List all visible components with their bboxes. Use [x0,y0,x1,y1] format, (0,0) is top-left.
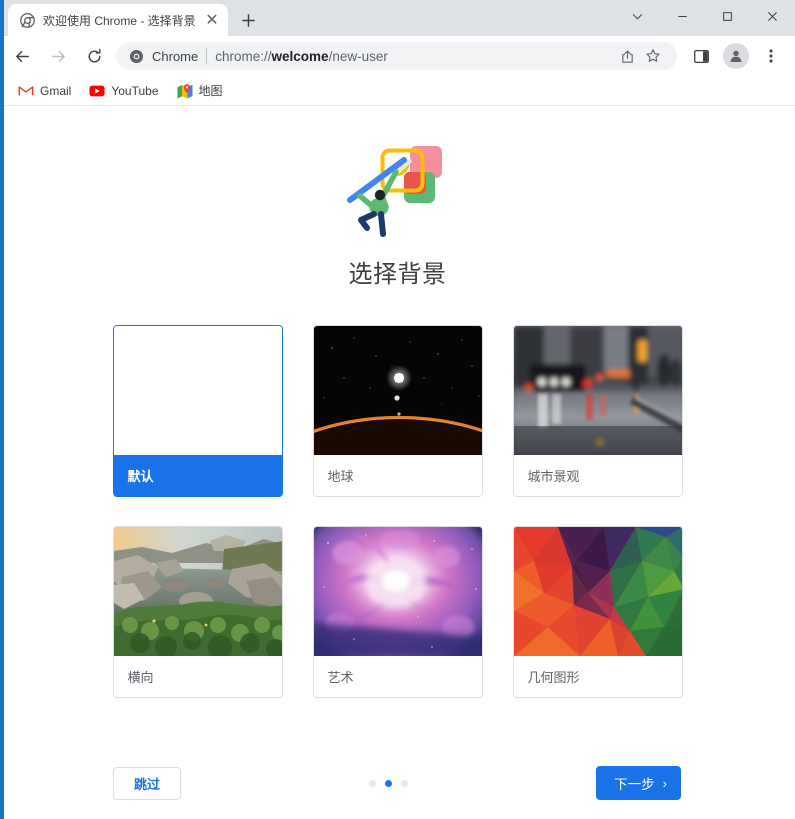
card-label: 横向 [113,656,282,697]
bookmark-item-maps[interactable]: 地图 [169,78,231,103]
chevron-right-icon: › [662,775,667,791]
person-painting-squares-illustration [338,128,458,238]
browser-window: 欢迎使用 Chrome - 选择背景 ✕ Chrome chrome://wel… [0,0,795,819]
chrome-product-icon [128,48,144,64]
window-caption-buttons [615,0,795,32]
bookmark-item-youtube[interactable]: YouTube [81,79,166,103]
step-dot-1[interactable] [369,779,377,787]
address-bar[interactable]: Chrome chrome://welcome/new-user [116,42,677,70]
collapse-button[interactable] [615,0,660,32]
reload-button-icon[interactable] [80,42,108,70]
omnibox-url-text[interactable]: chrome://welcome/new-user [215,49,603,64]
next-button[interactable]: 下一步 › [596,766,681,800]
thumb-low-poly-triangles [513,527,682,656]
bookmark-label: Gmail [40,83,72,98]
gmail-icon [18,83,34,99]
omnibox-actions [615,44,665,68]
background-card-geometric[interactable]: 几何图形 [512,526,683,698]
omnibox-separator [206,48,208,64]
maps-icon [177,83,193,99]
forward-button-icon[interactable] [44,42,72,70]
tab-strip: 欢迎使用 Chrome - 选择背景 ✕ [0,0,795,36]
skip-button[interactable]: 跳过 [113,766,181,800]
browser-tab[interactable]: 欢迎使用 Chrome - 选择背景 ✕ [8,4,228,36]
thumb-blank-default [113,326,282,455]
card-label: 几何图形 [513,656,682,697]
background-card-earth[interactable]: 地球 [312,325,483,497]
share-icon[interactable] [615,44,639,68]
background-card-art[interactable]: 艺术 [312,526,483,698]
minimize-button[interactable] [660,0,705,32]
browser-toolbar: Chrome chrome://welcome/new-user [0,36,795,76]
tab-close-icon[interactable]: ✕ [204,12,220,29]
youtube-icon [89,83,105,99]
bookmarks-bar: Gmail YouTube 地图 [0,76,795,106]
maximize-button[interactable] [705,0,750,32]
thumb-rocky-coast-landscape [113,527,282,656]
step-indicator [181,779,596,787]
background-options-grid: 默认 地球 城市景观 横向 艺术 几何图形 [112,325,683,698]
wizard-footer: 跳过 下一步 › [0,765,795,801]
chrome-globe-icon [19,12,35,28]
bookmark-star-icon[interactable] [641,44,665,68]
window-left-border [0,0,4,819]
step-dot-3[interactable] [401,779,409,787]
step-dot-2[interactable] [385,779,393,787]
tab-title: 欢迎使用 Chrome - 选择背景 [43,13,196,28]
card-label: 城市景观 [513,455,682,496]
background-card-default[interactable]: 默认 [112,325,283,497]
bookmark-item-gmail[interactable]: Gmail [10,79,79,103]
background-card-cityscape[interactable]: 城市景观 [512,325,683,497]
profile-avatar[interactable] [723,43,749,69]
back-button-icon[interactable] [8,42,36,70]
welcome-page: 选择背景 默认 地球 城市景观 横向 艺术 几何图形 跳过 下一步 › [0,106,795,819]
page-title: 选择背景 [348,261,447,288]
card-label: 地球 [313,455,482,496]
background-card-landscape[interactable]: 横向 [112,526,283,698]
bookmark-label: 地图 [198,84,223,98]
side-panel-icon[interactable] [687,42,715,70]
thumb-purple-spiral-galaxy [313,527,482,656]
next-button-label: 下一步 [614,777,655,792]
new-tab-button[interactable] [234,6,262,34]
card-label: 默认 [113,455,282,496]
omnibox-chip-label: Chrome [152,48,199,64]
card-label: 艺术 [313,656,482,697]
close-window-button[interactable] [750,0,795,32]
thumb-rainy-city-street [513,326,682,455]
chrome-menu-icon[interactable] [757,42,785,70]
bookmark-label: YouTube [111,83,159,98]
thumb-earth-horizon [313,326,482,455]
